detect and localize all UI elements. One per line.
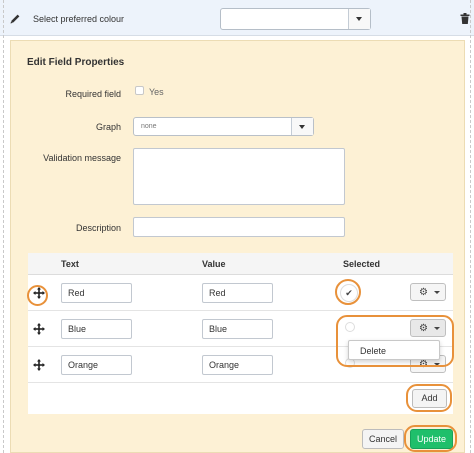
field-label: Select preferred colour [33, 14, 125, 24]
caret-down-icon [299, 125, 305, 129]
row-actions-button[interactable]: ⚙ [410, 283, 446, 301]
option-value-input[interactable]: Blue [202, 319, 273, 339]
field-border-left [3, 0, 4, 453]
header-text: Text [61, 259, 79, 269]
caret-down-icon [434, 291, 440, 294]
colour-select-toggle[interactable] [348, 9, 370, 29]
highlight-row-actions [336, 315, 454, 367]
options-table-header: Text Value Selected [28, 253, 453, 275]
field-header-bar: Select preferred colour [0, 0, 474, 36]
cancel-button[interactable]: Cancel [362, 429, 404, 449]
option-text-input[interactable]: Orange [61, 355, 132, 375]
pencil-icon[interactable] [9, 13, 21, 25]
trash-icon[interactable] [460, 13, 470, 24]
required-field-label: Required field [65, 89, 121, 99]
graph-select[interactable]: none [133, 117, 314, 136]
header-value: Value [202, 259, 226, 269]
header-selected: Selected [343, 259, 381, 269]
option-value-input[interactable]: Red [202, 283, 273, 303]
edit-field-panel: Edit Field Properties Required field Yes… [10, 40, 465, 453]
description-label: Description [75, 223, 121, 233]
move-handle-icon[interactable] [33, 323, 45, 335]
gear-icon: ⚙ [419, 287, 428, 298]
field-border-right [470, 0, 471, 453]
validation-message-label: Validation message [43, 153, 121, 163]
required-yes-label: Yes [149, 87, 164, 97]
validation-message-textarea[interactable] [133, 148, 345, 205]
table-row: Red Red ✔ ⚙ [28, 275, 453, 311]
highlight-selected-radio [335, 279, 361, 305]
option-text-input[interactable]: Blue [61, 319, 132, 339]
graph-label: Graph [95, 122, 121, 132]
highlight-add-button [406, 384, 452, 412]
colour-select[interactable] [220, 8, 371, 30]
graph-select-toggle[interactable] [291, 118, 313, 135]
highlight-move-handle [27, 285, 48, 306]
required-checkbox[interactable] [135, 86, 144, 95]
description-input[interactable] [133, 217, 345, 237]
move-handle-icon[interactable] [33, 359, 45, 371]
caret-down-icon [356, 17, 362, 21]
panel-title: Edit Field Properties [27, 57, 125, 68]
highlight-update-button [404, 425, 457, 452]
option-text-input[interactable]: Red [61, 283, 132, 303]
graph-select-value: none [141, 123, 157, 130]
option-value-input[interactable]: Orange [202, 355, 273, 375]
